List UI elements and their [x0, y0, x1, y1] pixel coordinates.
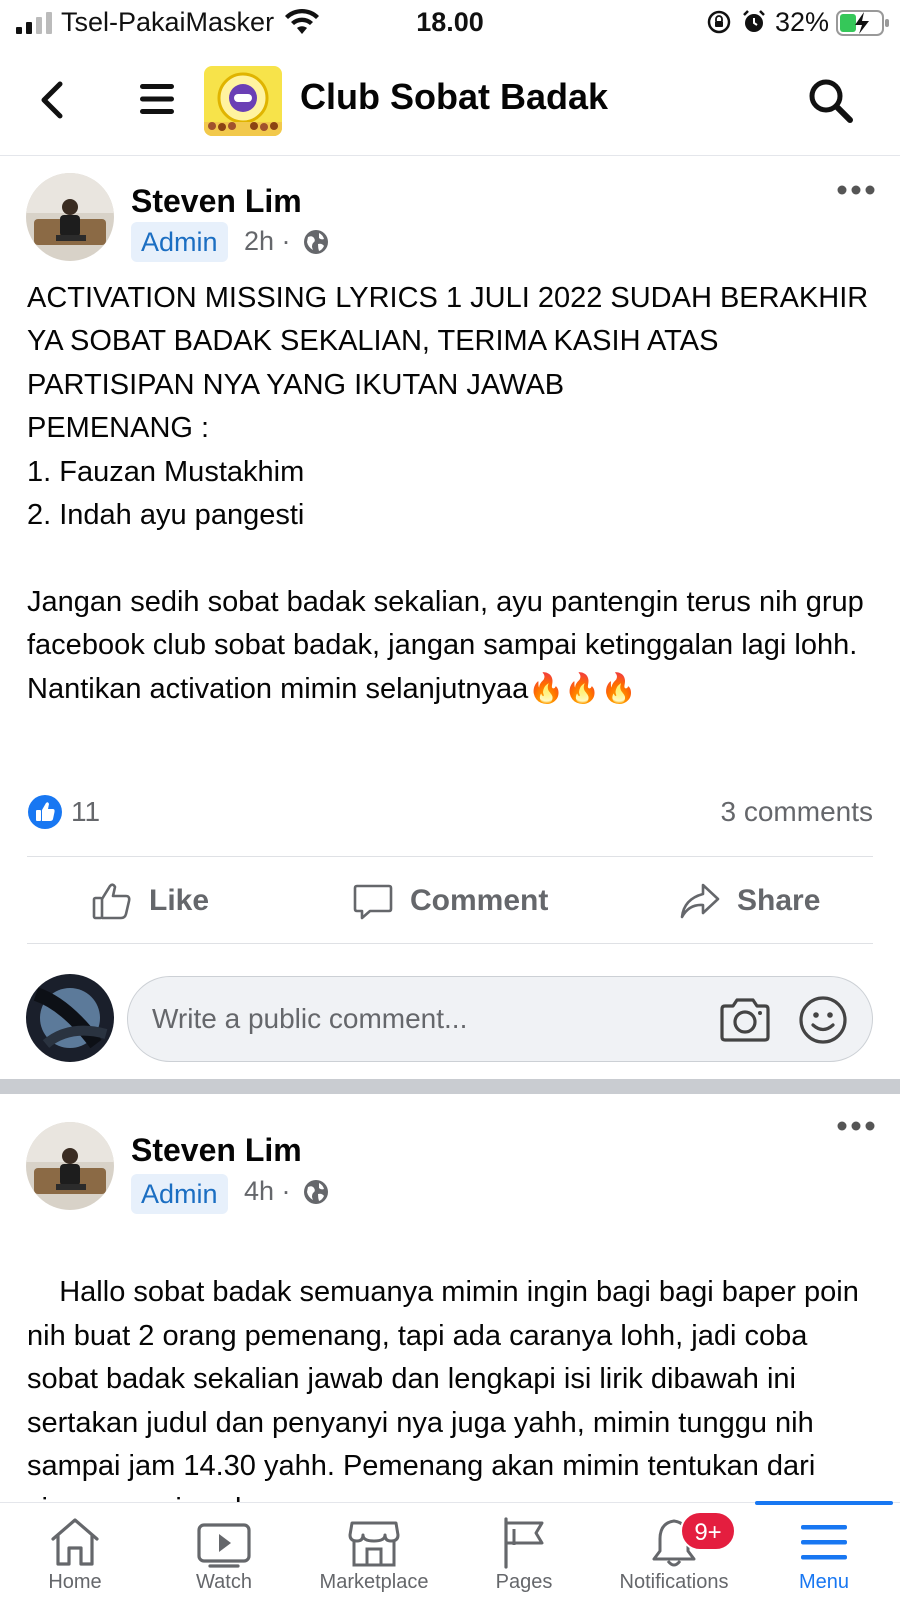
post-text: ACTIVATION MISSING LYRICS 1 JULI 2022 SU… [27, 282, 869, 705]
thumbs-up-icon [92, 883, 131, 920]
group-header: Club Sobat Badak [0, 48, 900, 156]
menu-icon [801, 1525, 847, 1560]
post-time[interactable]: 4h · [244, 1176, 291, 1207]
notification-count-badge: 9+ [680, 1511, 736, 1551]
post-separator [0, 1079, 900, 1094]
comment-bubble-icon [353, 884, 393, 920]
nav-menu[interactable]: Menu [749, 1503, 899, 1600]
pages-flag-icon [504, 1517, 544, 1569]
post-text: Hallo sobat badak semuanya mimin ingin b… [27, 1276, 859, 1502]
camera-icon[interactable] [718, 995, 772, 1045]
share-label: Share [737, 884, 821, 917]
post-card: Steven Lim Admin 4h · Hallo sobat badak … [0, 1094, 900, 1502]
share-button[interactable]: Share [679, 857, 820, 945]
home-icon [51, 1518, 99, 1566]
post-action-bar: Like Comment Share [27, 856, 873, 944]
current-user-avatar[interactable] [26, 974, 114, 1062]
author-name[interactable]: Steven Lim [131, 183, 302, 220]
status-bar: Tsel-PakaiMasker 18.00 32% [0, 0, 900, 48]
nav-label: Menu [798, 1571, 850, 1593]
comment-input[interactable] [152, 997, 682, 1041]
globe-icon [304, 1180, 328, 1204]
group-logo[interactable] [204, 66, 282, 136]
more-options-icon[interactable] [836, 1120, 876, 1132]
comments-count[interactable]: 3 comments [721, 796, 874, 828]
watch-icon [197, 1523, 251, 1568]
more-options-icon[interactable] [836, 184, 876, 196]
post-time[interactable]: 2h · [244, 226, 291, 257]
battery-percent: 32% [775, 7, 830, 37]
search-icon[interactable] [806, 76, 854, 124]
author-avatar[interactable] [26, 173, 114, 261]
nav-pages[interactable]: Pages [449, 1503, 599, 1600]
admin-badge: Admin [131, 222, 228, 262]
globe-icon [304, 230, 328, 254]
reaction-summary[interactable]: 11 3 comments [27, 794, 873, 834]
comment-button[interactable]: Comment [352, 857, 548, 945]
admin-badge: Admin [131, 1174, 228, 1214]
post-body: Hallo sobat badak semuanya mimin ingin b… [27, 1228, 877, 1502]
hamburger-menu-icon[interactable] [138, 80, 176, 118]
post-card: Steven Lim Admin 2h · ACTIVATION MISSING… [0, 156, 900, 1081]
like-button[interactable]: Like [91, 857, 209, 945]
nav-home[interactable]: Home [0, 1503, 150, 1600]
nav-label: Home [48, 1571, 102, 1593]
like-count: 11 [71, 796, 101, 827]
alarm-icon [743, 10, 765, 32]
marketplace-icon [348, 1521, 400, 1567]
nav-marketplace[interactable]: Marketplace [299, 1503, 449, 1600]
post-body: ACTIVATION MISSING LYRICS 1 JULI 2022 SU… [27, 277, 877, 711]
nav-label: Pages [495, 1571, 553, 1593]
battery-charging-icon [836, 10, 889, 36]
rotation-lock-icon [707, 10, 731, 34]
back-arrow-icon[interactable] [34, 78, 70, 122]
comment-input-box[interactable] [127, 976, 873, 1062]
author-name[interactable]: Steven Lim [131, 1132, 302, 1169]
comment-label: Comment [410, 884, 549, 917]
nav-label: Watch [196, 1571, 252, 1593]
comment-composer [0, 974, 900, 1064]
share-arrow-icon [680, 883, 720, 919]
like-reaction-icon [28, 795, 62, 829]
bottom-navigation: Home Watch Marketplace Pages Notificatio… [0, 1501, 900, 1600]
emoji-smile-icon[interactable] [798, 995, 848, 1045]
author-avatar[interactable] [26, 1122, 114, 1210]
nav-label: Marketplace [319, 1571, 429, 1593]
nav-watch[interactable]: Watch [149, 1503, 299, 1600]
group-title[interactable]: Club Sobat Badak [300, 76, 608, 118]
fire-emoji: 🔥🔥🔥 [528, 672, 637, 705]
like-label: Like [149, 884, 210, 917]
nav-label: Notifications [619, 1571, 729, 1593]
